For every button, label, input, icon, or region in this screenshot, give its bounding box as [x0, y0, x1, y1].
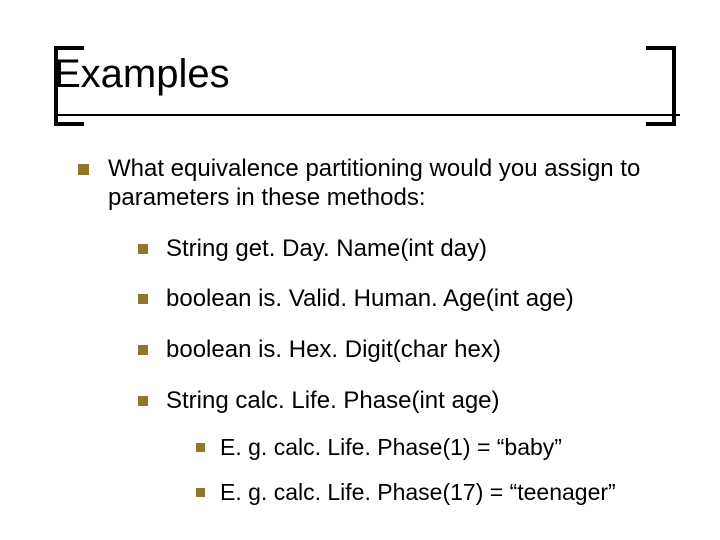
example-1-text: E. g. calc. Life. Phase(1) = “baby” [220, 434, 562, 460]
slide-body: What equivalence partitioning would you … [78, 155, 672, 525]
bullet-example-2: E. g. calc. Life. Phase(17) = “teenager” [196, 479, 672, 507]
title-underline [54, 114, 680, 116]
bullet-example-1: E. g. calc. Life. Phase(1) = “baby” [196, 434, 672, 462]
method-1-text: String get. Day. Name(int day) [166, 235, 487, 262]
example-2-text: E. g. calc. Life. Phase(17) = “teenager” [220, 479, 616, 505]
intro-text: What equivalence partitioning would you … [108, 155, 640, 211]
slide: Examples What equivalence partitioning w… [0, 0, 720, 540]
bullet-method-4: String calc. Life. Phase(int age) E. g. … [138, 387, 672, 507]
bullet-method-2: boolean is. Valid. Human. Age(int age) [138, 285, 672, 314]
bullet-method-3: boolean is. Hex. Digit(char hex) [138, 336, 672, 365]
slide-title: Examples [54, 52, 680, 96]
bullet-intro: What equivalence partitioning would you … [78, 155, 672, 507]
method-3-text: boolean is. Hex. Digit(char hex) [166, 336, 501, 363]
method-2-text: boolean is. Valid. Human. Age(int age) [166, 285, 574, 312]
bullet-method-1: String get. Day. Name(int day) [138, 235, 672, 264]
title-area: Examples [54, 52, 680, 122]
method-4-text: String calc. Life. Phase(int age) [166, 387, 500, 414]
